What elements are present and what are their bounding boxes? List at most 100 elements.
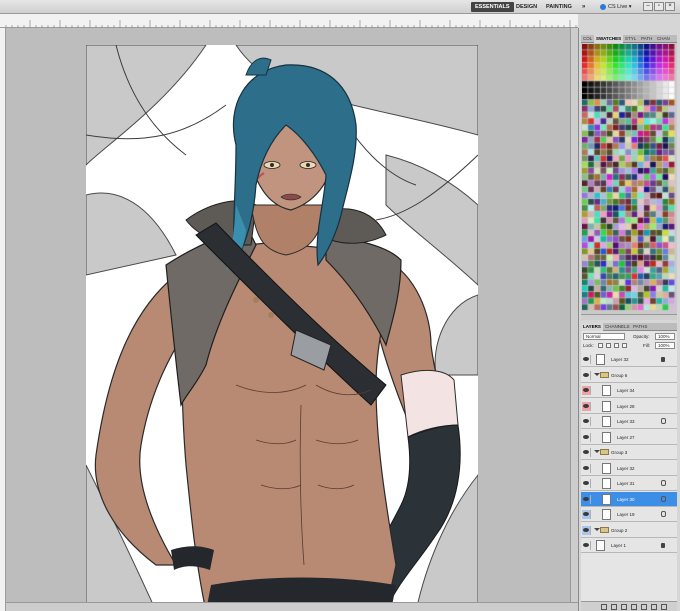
visibility-eye-icon[interactable] — [582, 355, 591, 364]
eye-glyph — [583, 403, 589, 408]
layer-thumbnail — [602, 478, 611, 489]
layer-name: Layer 31 — [617, 481, 635, 486]
layer-row[interactable]: Layer 32 — [581, 460, 677, 476]
workspace-essentials-button[interactable]: ESSENTIALS — [471, 2, 514, 12]
cs-live-button[interactable]: CS Live ▾ — [608, 2, 632, 12]
visibility-eye-icon[interactable] — [582, 463, 591, 473]
new-group-icon[interactable] — [641, 604, 647, 610]
add-mask-icon[interactable] — [621, 604, 627, 610]
swatch-cells[interactable] — [582, 44, 676, 314]
adjustment-layer-icon[interactable] — [631, 604, 637, 610]
close-button[interactable]: × — [665, 2, 675, 11]
visibility-eye-icon[interactable] — [582, 525, 591, 535]
new-layer-icon[interactable] — [651, 604, 657, 610]
tab-channels[interactable]: CHAN — [655, 35, 672, 43]
tab-paths[interactable]: PATH — [639, 35, 654, 43]
opacity-field[interactable]: 100% — [655, 333, 675, 340]
visibility-eye-icon[interactable] — [582, 417, 591, 426]
visibility-eye-icon[interactable] — [582, 541, 591, 550]
artwork-canvas[interactable] — [86, 45, 478, 611]
layer-thumbnail — [596, 354, 605, 365]
tab-paths-layers[interactable]: PATHS — [631, 323, 649, 331]
lock-row: Lock: Fill: 100% — [583, 342, 675, 350]
layers-panel-tabs: LAYERS CHANNELS PATHS — [581, 323, 677, 331]
eye-glyph — [583, 450, 589, 454]
layers-panel-footer — [581, 601, 677, 611]
layer-list: Layer 32 Group 6 Layer 34 Layer 28 Layer 33 L… — [581, 352, 677, 598]
layer-thumbnail — [602, 431, 611, 443]
swatches-grid[interactable] — [581, 43, 677, 319]
link-layers-icon[interactable] — [601, 604, 607, 610]
minimize-button[interactable]: – — [643, 2, 653, 11]
layer-row[interactable]: Layer 31 — [581, 476, 677, 491]
layer-name: Group 3 — [611, 450, 628, 455]
layer-group-row[interactable]: Group 2 — [581, 522, 677, 538]
workspace-design-button[interactable]: DESIGN — [512, 2, 541, 12]
link-icon — [661, 495, 666, 502]
layer-row[interactable]: Layer 27 — [581, 429, 677, 445]
visibility-eye-icon[interactable] — [582, 386, 591, 395]
layer-group-row[interactable]: Group 3 — [581, 445, 677, 460]
layer-row[interactable]: Layer 28 — [581, 398, 677, 414]
link-icon — [661, 511, 666, 517]
layer-thumbnail — [602, 462, 611, 474]
eye-glyph — [583, 512, 589, 516]
eye-glyph — [583, 543, 589, 547]
restore-button[interactable]: ▫ — [654, 2, 664, 11]
blend-mode-row: Normal Opacity: 100% — [583, 333, 675, 341]
visibility-eye-icon[interactable] — [582, 479, 591, 488]
layer-row[interactable]: Layer 34 — [581, 383, 677, 398]
layer-thumbnail — [602, 400, 611, 412]
visibility-eye-icon[interactable] — [582, 432, 591, 442]
opacity-label: Opacity: — [633, 334, 650, 339]
swatches-panel-footer — [581, 314, 677, 320]
tab-styles[interactable]: STYL — [623, 35, 638, 43]
eye-glyph — [583, 372, 589, 377]
layer-thumbnail — [596, 540, 605, 551]
visibility-eye-icon[interactable] — [582, 510, 591, 519]
eye-glyph — [583, 496, 589, 501]
layer-style-icon[interactable] — [611, 604, 617, 610]
delete-layer-icon[interactable] — [661, 604, 667, 610]
layer-name: Layer 32 — [617, 465, 635, 471]
layer-row[interactable]: Layer 32 — [581, 352, 677, 367]
layer-thumbnail — [602, 509, 611, 520]
tab-layers[interactable]: LAYERS — [581, 323, 603, 331]
link-icon — [661, 418, 666, 424]
tab-channels-layers[interactable]: CHANNELS — [603, 323, 632, 331]
workspace-more-button[interactable]: » — [578, 2, 589, 12]
layer-row[interactable]: Layer 1 — [581, 538, 677, 553]
vertical-scrollbar[interactable] — [570, 28, 578, 602]
lock-transparent-icon[interactable] — [598, 343, 603, 348]
eye-glyph — [583, 481, 589, 485]
visibility-eye-icon[interactable] — [582, 401, 591, 411]
vertical-ruler — [0, 28, 6, 611]
layer-name: Layer 33 — [617, 419, 635, 424]
eye-glyph — [583, 419, 589, 423]
layer-row[interactable]: Layer 33 — [581, 414, 677, 429]
lock-position-icon[interactable] — [614, 343, 619, 348]
workspace-painting-button[interactable]: PAINTING — [542, 2, 576, 12]
layer-row[interactable]: Layer 19 — [581, 507, 677, 522]
lock-all-icon[interactable] — [622, 343, 627, 348]
visibility-eye-icon[interactable] — [582, 494, 591, 504]
horizontal-scrollbar[interactable] — [6, 602, 578, 611]
layer-group-row[interactable]: Group 6 — [581, 367, 677, 383]
layer-name: Group 2 — [611, 527, 628, 533]
layer-name: Layer 19 — [617, 512, 635, 517]
eye-glyph — [583, 465, 589, 470]
lock-icon — [661, 357, 665, 362]
lock-image-icon[interactable] — [606, 343, 611, 348]
layer-thumbnail — [602, 493, 611, 505]
visibility-eye-icon[interactable] — [582, 370, 591, 380]
tab-swatches[interactable]: SWATCHES — [594, 35, 624, 43]
tab-color[interactable]: COL — [581, 35, 594, 43]
lock-icon — [661, 543, 665, 548]
visibility-eye-icon[interactable] — [582, 448, 591, 457]
blend-mode-select[interactable]: Normal — [583, 333, 625, 340]
swatches-panel-tabs: COL SWATCHES STYL PATH CHAN — [581, 35, 677, 43]
fill-field[interactable]: 100% — [655, 342, 675, 349]
layer-row[interactable]: Layer 30 — [581, 491, 677, 507]
layer-name: Layer 1 — [611, 543, 627, 548]
cs-live-icon — [600, 4, 606, 10]
